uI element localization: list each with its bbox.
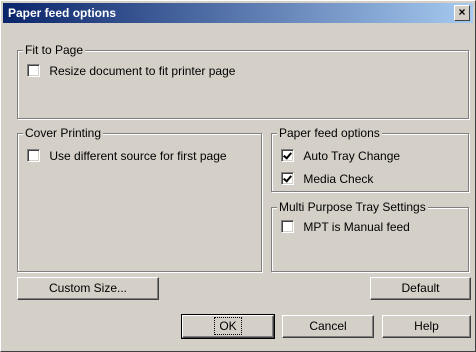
cancel-label: Cancel (309, 319, 347, 333)
auto-tray-change-row[interactable]: Auto Tray Change (281, 149, 400, 163)
mpt-manual-feed-label[interactable]: MPT is Manual feed (303, 220, 410, 234)
paper-feed-options-dialog: Paper feed options × Fit to Page Resize … (0, 0, 476, 352)
mpt-settings-group: Multi Purpose Tray Settings MPT is Manua… (271, 200, 469, 272)
media-check-row[interactable]: Media Check (281, 172, 373, 186)
auto-tray-change-label[interactable]: Auto Tray Change (303, 149, 400, 163)
cover-printing-group: Cover Printing Use different source for … (17, 126, 262, 272)
media-check-label[interactable]: Media Check (303, 172, 373, 186)
media-check-checkbox[interactable] (281, 172, 294, 185)
fit-to-page-group: Fit to Page Resize document to fit print… (17, 43, 469, 119)
ok-button[interactable]: OK (181, 314, 275, 339)
close-button[interactable]: × (454, 5, 470, 21)
help-label: Help (414, 319, 439, 333)
mpt-manual-feed-row[interactable]: MPT is Manual feed (281, 220, 410, 234)
group-legend: Multi Purpose Tray Settings (277, 200, 428, 214)
cancel-button[interactable]: Cancel (282, 315, 374, 338)
default-button[interactable]: Default (370, 277, 471, 300)
paper-feed-options-group: Paper feed options Auto Tray Change Medi… (271, 126, 469, 192)
custom-size-label: Custom Size... (48, 281, 128, 295)
default-label: Default (401, 281, 440, 295)
resize-to-fit-label[interactable]: Resize document to fit printer page (49, 64, 235, 78)
auto-tray-change-checkbox[interactable] (281, 149, 294, 162)
resize-to-fit-checkbox[interactable] (27, 64, 40, 77)
window-title: Paper feed options (8, 6, 117, 20)
different-source-checkbox[interactable] (27, 149, 40, 162)
group-legend: Fit to Page (23, 43, 86, 57)
group-legend: Paper feed options (277, 126, 382, 140)
group-frame (17, 50, 469, 119)
group-frame (271, 207, 469, 272)
different-source-label[interactable]: Use different source for first page (49, 149, 226, 163)
different-source-row[interactable]: Use different source for first page (27, 149, 227, 163)
custom-size-button[interactable]: Custom Size... (17, 277, 159, 300)
ok-label: OK (214, 317, 242, 335)
title-bar[interactable]: Paper feed options × (3, 3, 473, 23)
close-icon: × (458, 5, 466, 19)
mpt-manual-feed-checkbox[interactable] (281, 220, 294, 233)
resize-to-fit-row[interactable]: Resize document to fit printer page (27, 64, 235, 78)
group-legend: Cover Printing (23, 126, 104, 140)
help-button[interactable]: Help (382, 315, 471, 338)
